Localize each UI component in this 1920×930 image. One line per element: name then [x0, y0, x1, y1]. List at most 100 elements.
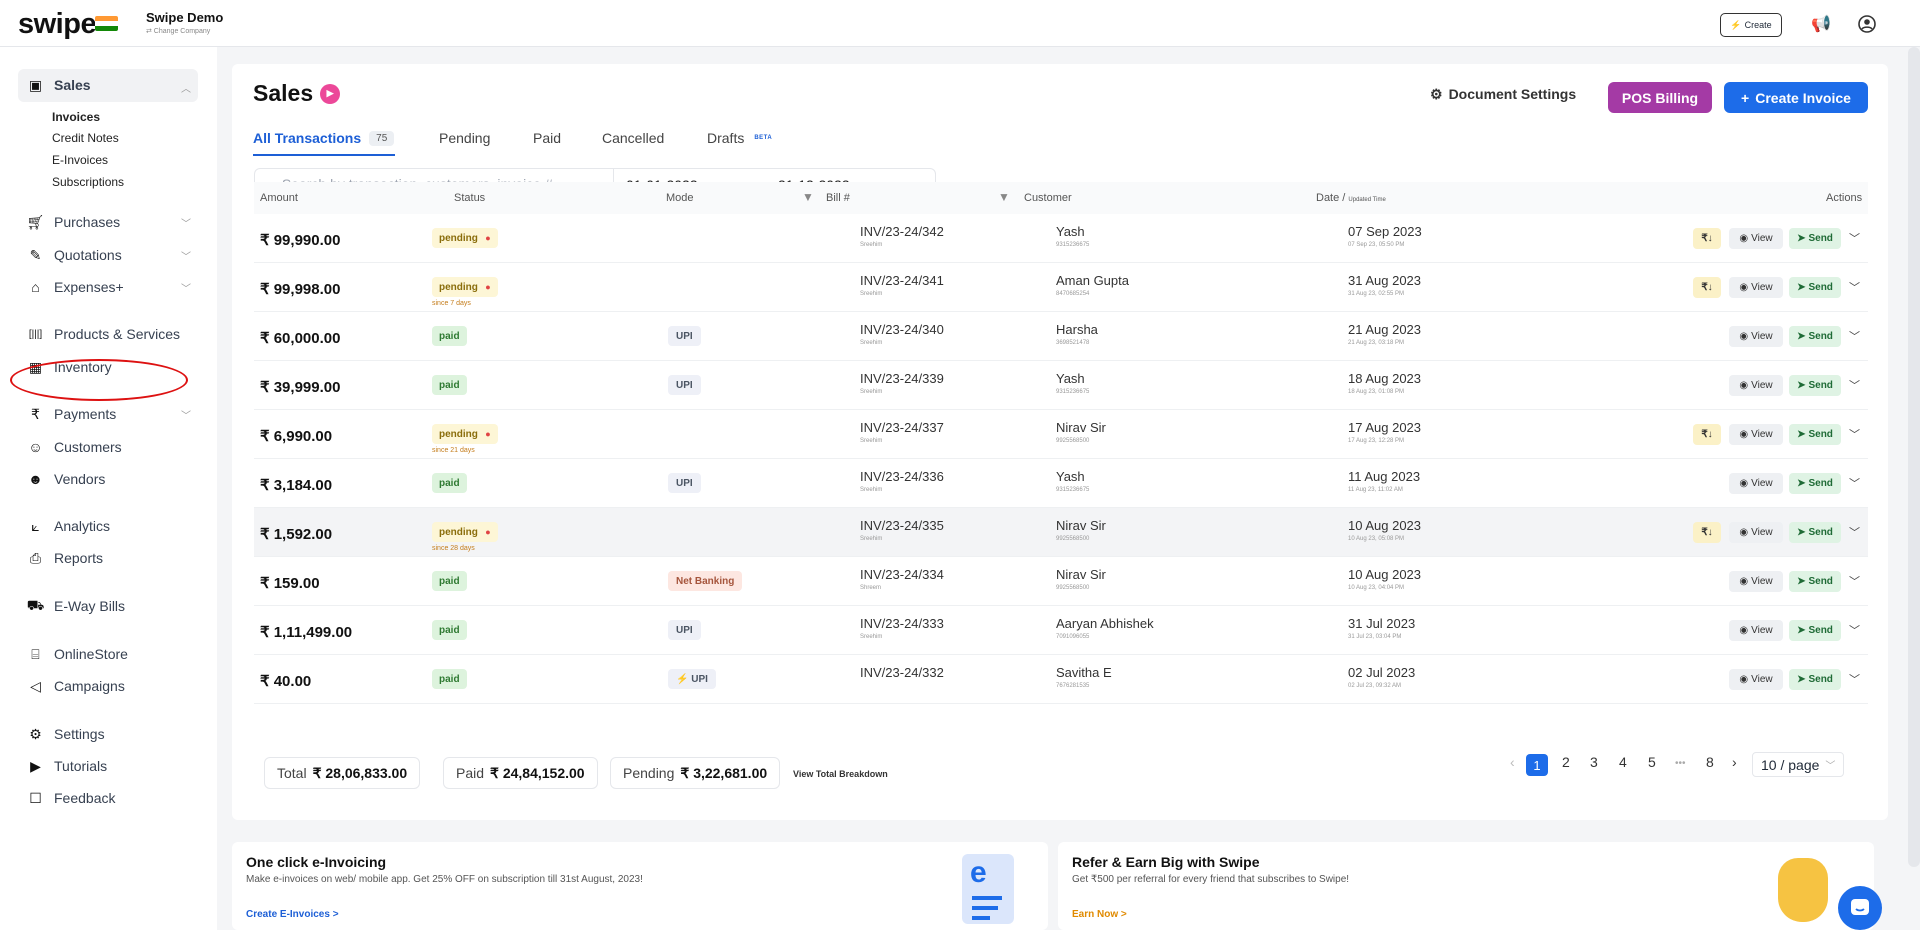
top-create-button[interactable]: ⚡ Create — [1720, 13, 1782, 37]
chevron-down-icon[interactable]: ﹀ — [181, 407, 191, 422]
bill-number[interactable]: INV/23-24/342 — [860, 224, 944, 239]
sidebar-item-campaigns[interactable]: ◁ Campaigns — [27, 676, 125, 696]
table-row[interactable]: ₹ 99,998.00 pending ● since 7 days INV/23-24… — [254, 263, 1868, 312]
filter-icon[interactable]: ▼ — [998, 190, 1010, 204]
bill-number[interactable]: INV/23-24/341 — [860, 273, 944, 288]
chevron-down-icon[interactable]: ﹀ — [1849, 524, 1860, 540]
filter-icon[interactable]: ▼ — [802, 190, 814, 204]
chevron-down-icon[interactable]: ﹀ — [1849, 573, 1860, 589]
chevron-down-icon[interactable]: ﹀ — [1849, 622, 1860, 638]
bill-number[interactable]: INV/23-24/335 — [860, 518, 944, 533]
sidebar-item-payments[interactable]: ₹ Payments — [27, 404, 116, 424]
pos-billing-button[interactable]: POS Billing — [1608, 82, 1712, 113]
account-icon[interactable] — [1856, 13, 1878, 35]
chevron-up-icon[interactable]: ︿ — [181, 80, 191, 95]
view-button[interactable]: ◉ View — [1729, 424, 1783, 445]
bill-number[interactable]: INV/23-24/334 — [860, 567, 944, 582]
view-button[interactable]: ◉ View — [1729, 326, 1783, 347]
customer-name[interactable]: Savitha E — [1056, 665, 1112, 680]
table-row[interactable]: ₹ 39,999.00 paid UPI INV/23-24/339 Sreehim Ya… — [254, 361, 1868, 410]
bill-number[interactable]: INV/23-24/332 — [860, 665, 944, 680]
page-8[interactable]: 8 — [1706, 754, 1714, 770]
table-row[interactable]: ₹ 3,184.00 paid UPI INV/23-24/336 Sreehim Yas… — [254, 459, 1868, 508]
customer-name[interactable]: Yash — [1056, 224, 1085, 239]
customer-name[interactable]: Yash — [1056, 371, 1085, 386]
bill-number[interactable]: INV/23-24/333 — [860, 616, 944, 631]
table-row[interactable]: ₹ 99,990.00 pending ● INV/23-24/342 Sreehim Y… — [254, 214, 1868, 263]
tab-drafts[interactable]: Drafts BETA — [707, 126, 772, 150]
send-button[interactable]: ➤ Send — [1789, 375, 1841, 396]
chevron-down-icon[interactable]: ﹀ — [1849, 328, 1860, 344]
sidebar-sub-credit-notes[interactable]: Credit Notes — [52, 131, 119, 147]
sidebar-item-reports[interactable]: ⎙ Reports — [27, 548, 103, 568]
sidebar-item-sales[interactable]: ▣ Sales — [27, 75, 91, 95]
table-row[interactable]: ₹ 1,592.00 pending ● since 28 days INV/23-24… — [254, 508, 1868, 557]
sidebar-item-analytics[interactable]: ⟀ Analytics — [27, 516, 110, 536]
chevron-down-icon[interactable]: ﹀ — [1849, 426, 1860, 442]
customer-name[interactable]: Aman Gupta — [1056, 273, 1129, 288]
table-row[interactable]: ₹ 40.00 paid ⚡ UPI INV/23-24/332 Savitha E 76… — [254, 655, 1868, 704]
send-button[interactable]: ➤ Send — [1789, 473, 1841, 494]
page-ellipsis[interactable]: ••• — [1675, 758, 1686, 769]
chevron-down-icon[interactable]: ﹀ — [181, 280, 191, 295]
view-button[interactable]: ◉ View — [1729, 473, 1783, 494]
table-row[interactable]: ₹ 159.00 paid Net Banking INV/23-24/334 Shre… — [254, 557, 1868, 606]
chevron-down-icon[interactable]: ﹀ — [181, 248, 191, 263]
view-button[interactable]: ◉ View — [1729, 277, 1783, 298]
send-button[interactable]: ➤ Send — [1789, 326, 1841, 347]
record-payment-button[interactable]: ₹↓ — [1693, 522, 1721, 543]
customer-name[interactable]: Nirav Sir — [1056, 567, 1106, 582]
table-row[interactable]: ₹ 1,11,499.00 paid UPI INV/23-24/333 Sreehim… — [254, 606, 1868, 655]
record-payment-button[interactable]: ₹↓ — [1693, 424, 1721, 445]
sidebar-item-vendors[interactable]: ☻ Vendors — [27, 469, 105, 489]
swipe-logo[interactable]: swipe — [18, 8, 97, 41]
send-button[interactable]: ➤ Send — [1789, 522, 1841, 543]
create-e-invoices-link[interactable]: Create E-Invoices > — [246, 909, 339, 920]
view-button[interactable]: ◉ View — [1729, 375, 1783, 396]
sidebar-item-purchases[interactable]: 🛒︎ Purchases — [27, 212, 121, 232]
send-button[interactable]: ➤ Send — [1789, 620, 1841, 641]
tab-paid[interactable]: Paid — [533, 126, 561, 150]
customer-name[interactable]: Nirav Sir — [1056, 420, 1106, 435]
sidebar-item-feedback[interactable]: ☐ Feedback — [27, 788, 115, 808]
sidebar-sub-subscriptions[interactable]: Subscriptions — [52, 175, 124, 191]
page-2[interactable]: 2 — [1562, 754, 1570, 770]
bill-number[interactable]: INV/23-24/337 — [860, 420, 944, 435]
page-size-select[interactable]: 10 / page ﹀ — [1752, 752, 1844, 777]
reminder-bell-icon[interactable]: ● — [478, 522, 498, 542]
play-icon[interactable]: ▶ — [320, 83, 341, 104]
sidebar-item-customers[interactable]: ☺ Customers — [27, 437, 121, 457]
reminder-bell-icon[interactable]: ● — [478, 277, 498, 297]
reminder-bell-icon[interactable]: ● — [478, 424, 498, 444]
sidebar-item-products-services[interactable]: [|||] Products & Services — [27, 324, 180, 344]
view-total-breakdown-link[interactable]: View Total Breakdown — [793, 769, 888, 779]
bill-number[interactable]: INV/23-24/336 — [860, 469, 944, 484]
record-payment-button[interactable]: ₹↓ — [1693, 228, 1721, 249]
sidebar-sub-e-invoices[interactable]: E-Invoices — [52, 153, 108, 169]
sidebar-sub-invoices[interactable]: Invoices — [52, 110, 100, 126]
view-button[interactable]: ◉ View — [1729, 669, 1783, 690]
chevron-down-icon[interactable]: ﹀ — [1849, 475, 1860, 491]
reminder-bell-icon[interactable]: ● — [478, 228, 498, 248]
tab-cancelled[interactable]: Cancelled — [602, 126, 664, 150]
sidebar-item-tutorials[interactable]: ▶ Tutorials — [27, 756, 107, 776]
send-button[interactable]: ➤ Send — [1789, 228, 1841, 249]
customer-name[interactable]: Yash — [1056, 469, 1085, 484]
next-page-icon[interactable]: › — [1732, 754, 1737, 770]
tab-all-transactions[interactable]: All Transactions 75 — [253, 126, 395, 150]
customer-name[interactable]: Harsha — [1056, 322, 1098, 337]
tab-pending[interactable]: Pending — [439, 126, 490, 150]
send-button[interactable]: ➤ Send — [1789, 571, 1841, 592]
sidebar-item-settings[interactable]: ⚙ Settings — [27, 724, 104, 744]
prev-page-icon[interactable]: ‹ — [1510, 754, 1515, 770]
sidebar-item-quotations[interactable]: ✎ Quotations — [27, 245, 122, 265]
page-1[interactable]: 1 — [1526, 754, 1548, 776]
create-invoice-button[interactable]: + Create Invoice — [1724, 82, 1868, 113]
record-payment-button[interactable]: ₹↓ — [1693, 277, 1721, 298]
page-scrollbar[interactable] — [1908, 47, 1920, 867]
customer-name[interactable]: Aaryan Abhishek — [1056, 616, 1154, 631]
page-4[interactable]: 4 — [1619, 754, 1627, 770]
megaphone-icon[interactable]: 📢 — [1810, 13, 1832, 35]
table-row[interactable]: ₹ 6,990.00 pending ● since 21 days INV/23-24… — [254, 410, 1868, 459]
send-button[interactable]: ➤ Send — [1789, 277, 1841, 298]
